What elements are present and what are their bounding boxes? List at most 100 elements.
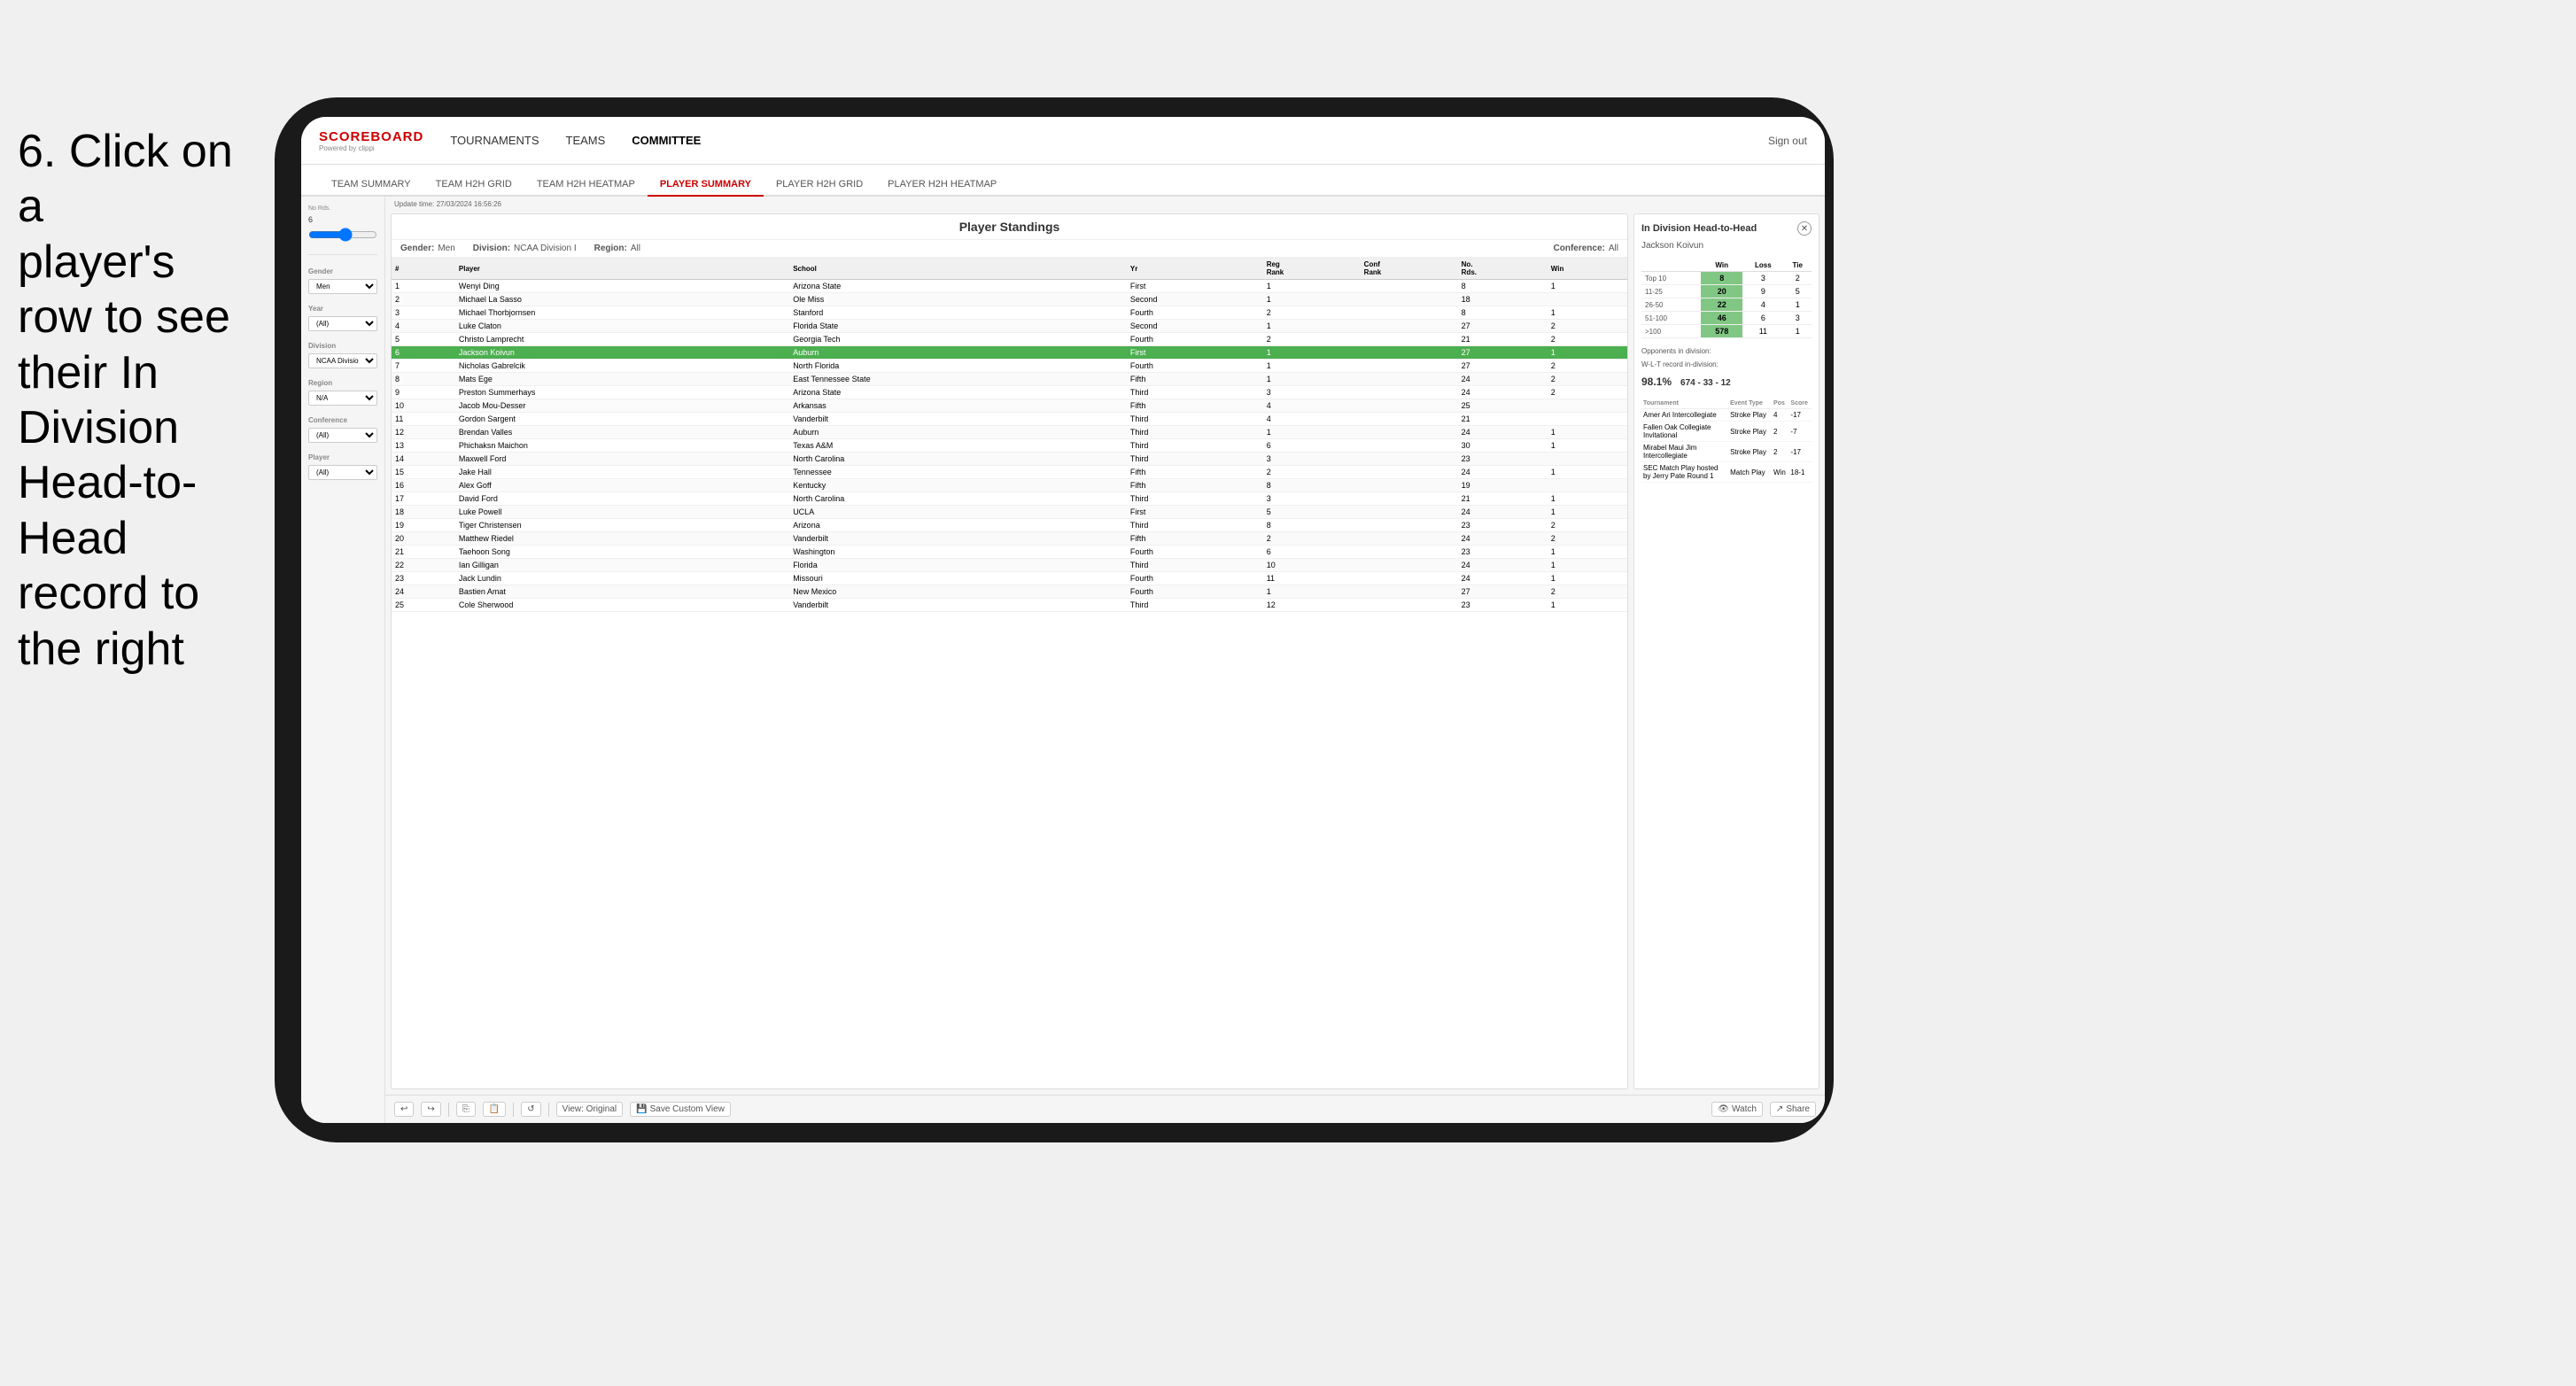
h2h-range-label: 51-100	[1641, 312, 1701, 325]
tour-col-pos: Pos	[1772, 399, 1788, 409]
tour-score: -7	[1788, 422, 1812, 442]
h2h-loss-cell: 4	[1742, 298, 1783, 312]
cell-reg-rank: 1	[1263, 373, 1361, 386]
cell-player: Jackson Koivun	[455, 346, 789, 360]
paste-button[interactable]: 📋	[483, 1102, 506, 1117]
watch-button[interactable]: 👁 Watch	[1711, 1102, 1763, 1117]
cell-yr: Fourth	[1127, 333, 1263, 346]
nav-tournaments[interactable]: TOURNAMENTS	[450, 134, 539, 147]
table-row[interactable]: 4 Luke Claton Florida State Second 1 27 …	[392, 320, 1627, 333]
h2h-close-button[interactable]: ✕	[1797, 221, 1812, 236]
table-row[interactable]: 15 Jake Hall Tennessee Fifth 2 24 1	[392, 466, 1627, 479]
table-scroll[interactable]: # Player School Yr RegRank ConfRank No.R…	[392, 258, 1627, 1088]
cell-yr: Fourth	[1127, 546, 1263, 559]
cell-win: 2	[1548, 585, 1627, 599]
nav-teams[interactable]: TEAMS	[566, 134, 606, 147]
table-row[interactable]: 14 Maxwell Ford North Carolina Third 3 2…	[392, 453, 1627, 466]
table-row[interactable]: 9 Preston Summerhays Arizona State Third…	[392, 386, 1627, 399]
nav-committee[interactable]: COMMITTEE	[632, 134, 701, 147]
cell-reg-rank: 10	[1263, 559, 1361, 572]
cell-school: Vanderbilt	[789, 599, 1127, 612]
cell-reg-rank: 12	[1263, 599, 1361, 612]
h2h-col-loss: Loss	[1742, 259, 1783, 272]
table-body: 1 Wenyi Ding Arizona State First 1 8 1 2…	[392, 280, 1627, 612]
cell-school: Auburn	[789, 346, 1127, 360]
subnav-team-h2h-grid[interactable]: TEAM H2H GRID	[423, 174, 524, 197]
sign-out-link[interactable]: Sign out	[1768, 135, 1807, 147]
sidebar-year: Year (All)	[308, 305, 377, 331]
division-select[interactable]: NCAA Division I	[308, 353, 377, 368]
cell-win: 1	[1548, 546, 1627, 559]
cell-rank: 15	[392, 466, 455, 479]
cell-reg-rank: 8	[1263, 479, 1361, 492]
table-row[interactable]: 11 Gordon Sargent Vanderbilt Third 4 21	[392, 413, 1627, 426]
subnav-player-summary[interactable]: PLAYER SUMMARY	[648, 174, 764, 197]
h2h-col-tie: Tie	[1784, 259, 1812, 272]
cell-yr: Third	[1127, 492, 1263, 506]
logo-title: SCOREBOARD	[319, 129, 423, 144]
table-row[interactable]: 21 Taehoon Song Washington Fourth 6 23 1	[392, 546, 1627, 559]
table-row[interactable]: 7 Nicholas Gabrelcik North Florida Fourt…	[392, 360, 1627, 373]
cell-conf-rank	[1361, 466, 1458, 479]
cell-school: North Carolina	[789, 492, 1127, 506]
table-row[interactable]: 18 Luke Powell UCLA First 5 24 1	[392, 506, 1627, 519]
table-row[interactable]: 2 Michael La Sasso Ole Miss Second 1 18	[392, 293, 1627, 306]
player-select[interactable]: (All)	[308, 465, 377, 480]
subnav-player-h2h-heatmap[interactable]: PLAYER H2H HEATMAP	[875, 174, 1009, 197]
cell-conf-rank	[1361, 492, 1458, 506]
h2h-win-cell: 8	[1701, 272, 1742, 285]
player-label: Player	[308, 453, 377, 461]
copy-button[interactable]: ⎘	[456, 1102, 476, 1117]
subnav-team-h2h-heatmap[interactable]: TEAM H2H HEATMAP	[524, 174, 648, 197]
cell-no-rds: 27	[1458, 585, 1548, 599]
cell-reg-rank: 6	[1263, 439, 1361, 453]
cell-rank: 14	[392, 453, 455, 466]
cell-reg-rank: 6	[1263, 546, 1361, 559]
cell-reg-rank: 2	[1263, 333, 1361, 346]
h2h-range-label: 11-25	[1641, 285, 1701, 298]
table-row[interactable]: 10 Jacob Mou-Desser Arkansas Fifth 4 25	[392, 399, 1627, 413]
tour-score: 18-1	[1788, 462, 1812, 483]
save-custom-button[interactable]: 💾 Save Custom View	[630, 1102, 731, 1117]
table-row[interactable]: 13 Phichaksn Maichon Texas A&M Third 6 3…	[392, 439, 1627, 453]
cell-school: New Mexico	[789, 585, 1127, 599]
table-row[interactable]: 20 Matthew Riedel Vanderbilt Fifth 2 24 …	[392, 532, 1627, 546]
cell-rank: 22	[392, 559, 455, 572]
table-row[interactable]: 19 Tiger Christensen Arizona Third 8 23 …	[392, 519, 1627, 532]
cell-school: UCLA	[789, 506, 1127, 519]
undo-button[interactable]: ↩	[394, 1102, 414, 1117]
year-select[interactable]: (All)	[308, 316, 377, 331]
region-select[interactable]: N/A	[308, 391, 377, 406]
refresh-button[interactable]: ↺	[521, 1102, 540, 1117]
cell-player: Tiger Christensen	[455, 519, 789, 532]
cell-yr: Third	[1127, 426, 1263, 439]
table-row[interactable]: 1 Wenyi Ding Arizona State First 1 8 1	[392, 280, 1627, 293]
cell-rank: 12	[392, 426, 455, 439]
view-original-button[interactable]: View: Original	[556, 1102, 624, 1117]
cell-win: 2	[1548, 386, 1627, 399]
cell-no-rds: 23	[1458, 599, 1548, 612]
subnav-player-h2h-grid[interactable]: PLAYER H2H GRID	[764, 174, 875, 197]
redo-button[interactable]: ↪	[421, 1102, 440, 1117]
stats-pct: 98.1%	[1641, 376, 1672, 388]
table-row[interactable]: 25 Cole Sherwood Vanderbilt Third 12 23 …	[392, 599, 1627, 612]
table-row[interactable]: 8 Mats Ege East Tennessee State Fifth 1 …	[392, 373, 1627, 386]
table-row[interactable]: 6 Jackson Koivun Auburn First 1 27 1	[392, 346, 1627, 360]
table-row[interactable]: 3 Michael Thorbjornsen Stanford Fourth 2…	[392, 306, 1627, 320]
table-row[interactable]: 12 Brendan Valles Auburn Third 1 24 1	[392, 426, 1627, 439]
conference-select[interactable]: (All)	[308, 428, 377, 443]
table-row[interactable]: 24 Bastien Amat New Mexico Fourth 1 27 2	[392, 585, 1627, 599]
no-rds-slider[interactable]	[308, 228, 377, 242]
table-row[interactable]: 16 Alex Goff Kentucky Fifth 8 19	[392, 479, 1627, 492]
gender-select[interactable]: Men Women	[308, 279, 377, 294]
h2h-range-label: Top 10	[1641, 272, 1701, 285]
table-row[interactable]: 22 Ian Gilligan Florida Third 10 24 1	[392, 559, 1627, 572]
cell-yr: Third	[1127, 439, 1263, 453]
cell-player: Jacob Mou-Desser	[455, 399, 789, 413]
subnav-team-summary[interactable]: TEAM SUMMARY	[319, 174, 423, 197]
cell-win	[1548, 413, 1627, 426]
table-row[interactable]: 23 Jack Lundin Missouri Fourth 11 24 1	[392, 572, 1627, 585]
table-row[interactable]: 5 Christo Lamprecht Georgia Tech Fourth …	[392, 333, 1627, 346]
share-button[interactable]: ↗ Share	[1770, 1102, 1816, 1117]
table-row[interactable]: 17 David Ford North Carolina Third 3 21 …	[392, 492, 1627, 506]
